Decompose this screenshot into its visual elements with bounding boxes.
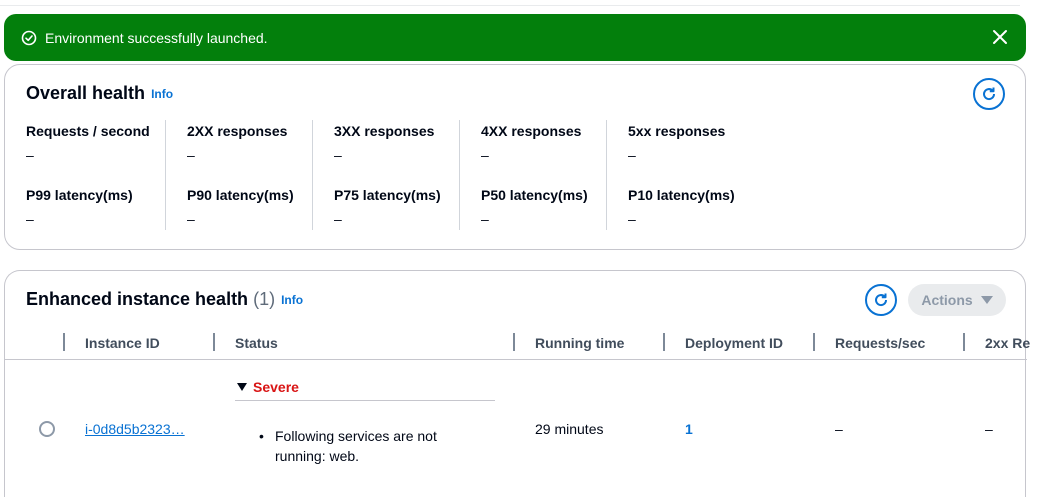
- metric-column-5: 5xx responses – P10 latency(ms) –: [606, 120, 766, 230]
- overall-health-title: Overall health Info: [26, 83, 173, 104]
- metric-value: –: [187, 147, 195, 163]
- top-divider: [0, 5, 1020, 6]
- column-separator[interactable]: [513, 333, 515, 351]
- status-expand-toggle[interactable]: Severe: [235, 379, 495, 401]
- column-header-2xx-responses[interactable]: 2xx Re: [985, 335, 1030, 351]
- enhanced-instance-health-card: Enhanced instance health (1) Info Actions…: [4, 270, 1030, 497]
- column-separator[interactable]: [213, 333, 215, 351]
- metric-value: –: [334, 147, 342, 163]
- column-separator[interactable]: [963, 333, 965, 351]
- column-header-status[interactable]: Status: [235, 335, 278, 351]
- metric-column-3: 3XX responses – P75 latency(ms) –: [312, 120, 459, 230]
- column-header-running-time[interactable]: Running time: [535, 335, 624, 351]
- overall-health-info-link[interactable]: Info: [151, 87, 173, 101]
- row-select-radio[interactable]: [39, 421, 55, 437]
- metric-label: Requests / second: [26, 123, 150, 139]
- column-header-requests-sec[interactable]: Requests/sec: [835, 335, 925, 351]
- close-icon[interactable]: [991, 28, 1009, 46]
- metric-label: P50 latency(ms): [481, 187, 588, 203]
- column-separator[interactable]: [663, 333, 665, 351]
- metric-p10-latency: P10 latency(ms) –: [628, 187, 735, 227]
- metric-2xx-responses: 2XX responses –: [187, 123, 287, 163]
- deployment-id-link[interactable]: 1: [685, 421, 693, 437]
- metric-label: P10 latency(ms): [628, 187, 735, 203]
- caret-down-icon: [237, 383, 247, 391]
- metric-label: 5xx responses: [628, 123, 726, 139]
- instance-health-heading: Enhanced instance health: [26, 289, 249, 309]
- status-detail-text: Following services are not running: web.: [275, 428, 437, 464]
- table-header: Instance ID Status Running time Deployme…: [5, 329, 1030, 360]
- metric-value: –: [26, 147, 34, 163]
- flash-message: Environment successfully launched.: [45, 29, 268, 46]
- requests-sec-value: –: [835, 421, 843, 437]
- status-severe-label: Severe: [253, 379, 299, 395]
- metric-label: P99 latency(ms): [26, 187, 133, 203]
- instance-health-info-link[interactable]: Info: [281, 293, 303, 307]
- caret-down-icon: [980, 296, 993, 304]
- metric-value: –: [628, 147, 636, 163]
- metric-value: –: [628, 211, 636, 227]
- actions-label: Actions: [921, 292, 973, 308]
- metric-p50-latency: P50 latency(ms) –: [481, 187, 588, 227]
- metric-column-2: 2XX responses – P90 latency(ms) –: [165, 120, 312, 230]
- status-detail-list: • Following services are not running: we…: [259, 426, 479, 466]
- overall-health-card: Overall health Info Requests / second – P…: [4, 64, 1026, 250]
- column-separator[interactable]: [63, 333, 65, 351]
- metric-value: –: [481, 147, 489, 163]
- instance-id-link[interactable]: i-0d8d5b2323…: [85, 421, 185, 437]
- actions-dropdown-button[interactable]: Actions: [908, 284, 1006, 316]
- metric-value: –: [481, 211, 489, 227]
- running-time-value: 29 minutes: [535, 421, 604, 437]
- metric-3xx-responses: 3XX responses –: [334, 123, 434, 163]
- metric-value: –: [187, 211, 195, 227]
- bullet: •: [259, 428, 264, 444]
- responses-2xx-value: –: [985, 421, 993, 437]
- column-separator[interactable]: [813, 333, 815, 351]
- refresh-icon: [983, 87, 996, 101]
- metric-column-1: Requests / second – P99 latency(ms) –: [26, 120, 166, 230]
- column-header-instance-id[interactable]: Instance ID: [85, 335, 160, 351]
- success-flash-banner: Environment successfully launched.: [4, 14, 1026, 61]
- metric-label: 3XX responses: [334, 123, 435, 139]
- column-header-deployment-id[interactable]: Deployment ID: [685, 335, 783, 351]
- metric-label: P90 latency(ms): [187, 187, 294, 203]
- metric-column-4: 4XX responses – P50 latency(ms) –: [459, 120, 606, 230]
- instance-health-refresh-button[interactable]: [865, 284, 897, 316]
- overall-health-heading: Overall health: [26, 83, 146, 103]
- metric-label: 4XX responses: [481, 123, 582, 139]
- metric-4xx-responses: 4XX responses –: [481, 123, 581, 163]
- metric-label: P75 latency(ms): [334, 187, 441, 203]
- check-circle-icon: [21, 30, 37, 46]
- metric-5xx-responses: 5xx responses –: [628, 123, 725, 163]
- metric-requests-per-second: Requests / second –: [26, 123, 150, 163]
- metric-value: –: [334, 211, 342, 227]
- overall-health-refresh-button[interactable]: [973, 78, 1005, 110]
- metric-label: 2XX responses: [187, 123, 288, 139]
- metric-p99-latency: P99 latency(ms) –: [26, 187, 133, 227]
- instance-health-title: Enhanced instance health (1) Info: [26, 289, 303, 310]
- refresh-icon: [875, 293, 888, 307]
- instance-count: (1): [253, 289, 276, 309]
- metric-p75-latency: P75 latency(ms) –: [334, 187, 441, 227]
- metric-value: –: [26, 211, 34, 227]
- metric-p90-latency: P90 latency(ms) –: [187, 187, 294, 227]
